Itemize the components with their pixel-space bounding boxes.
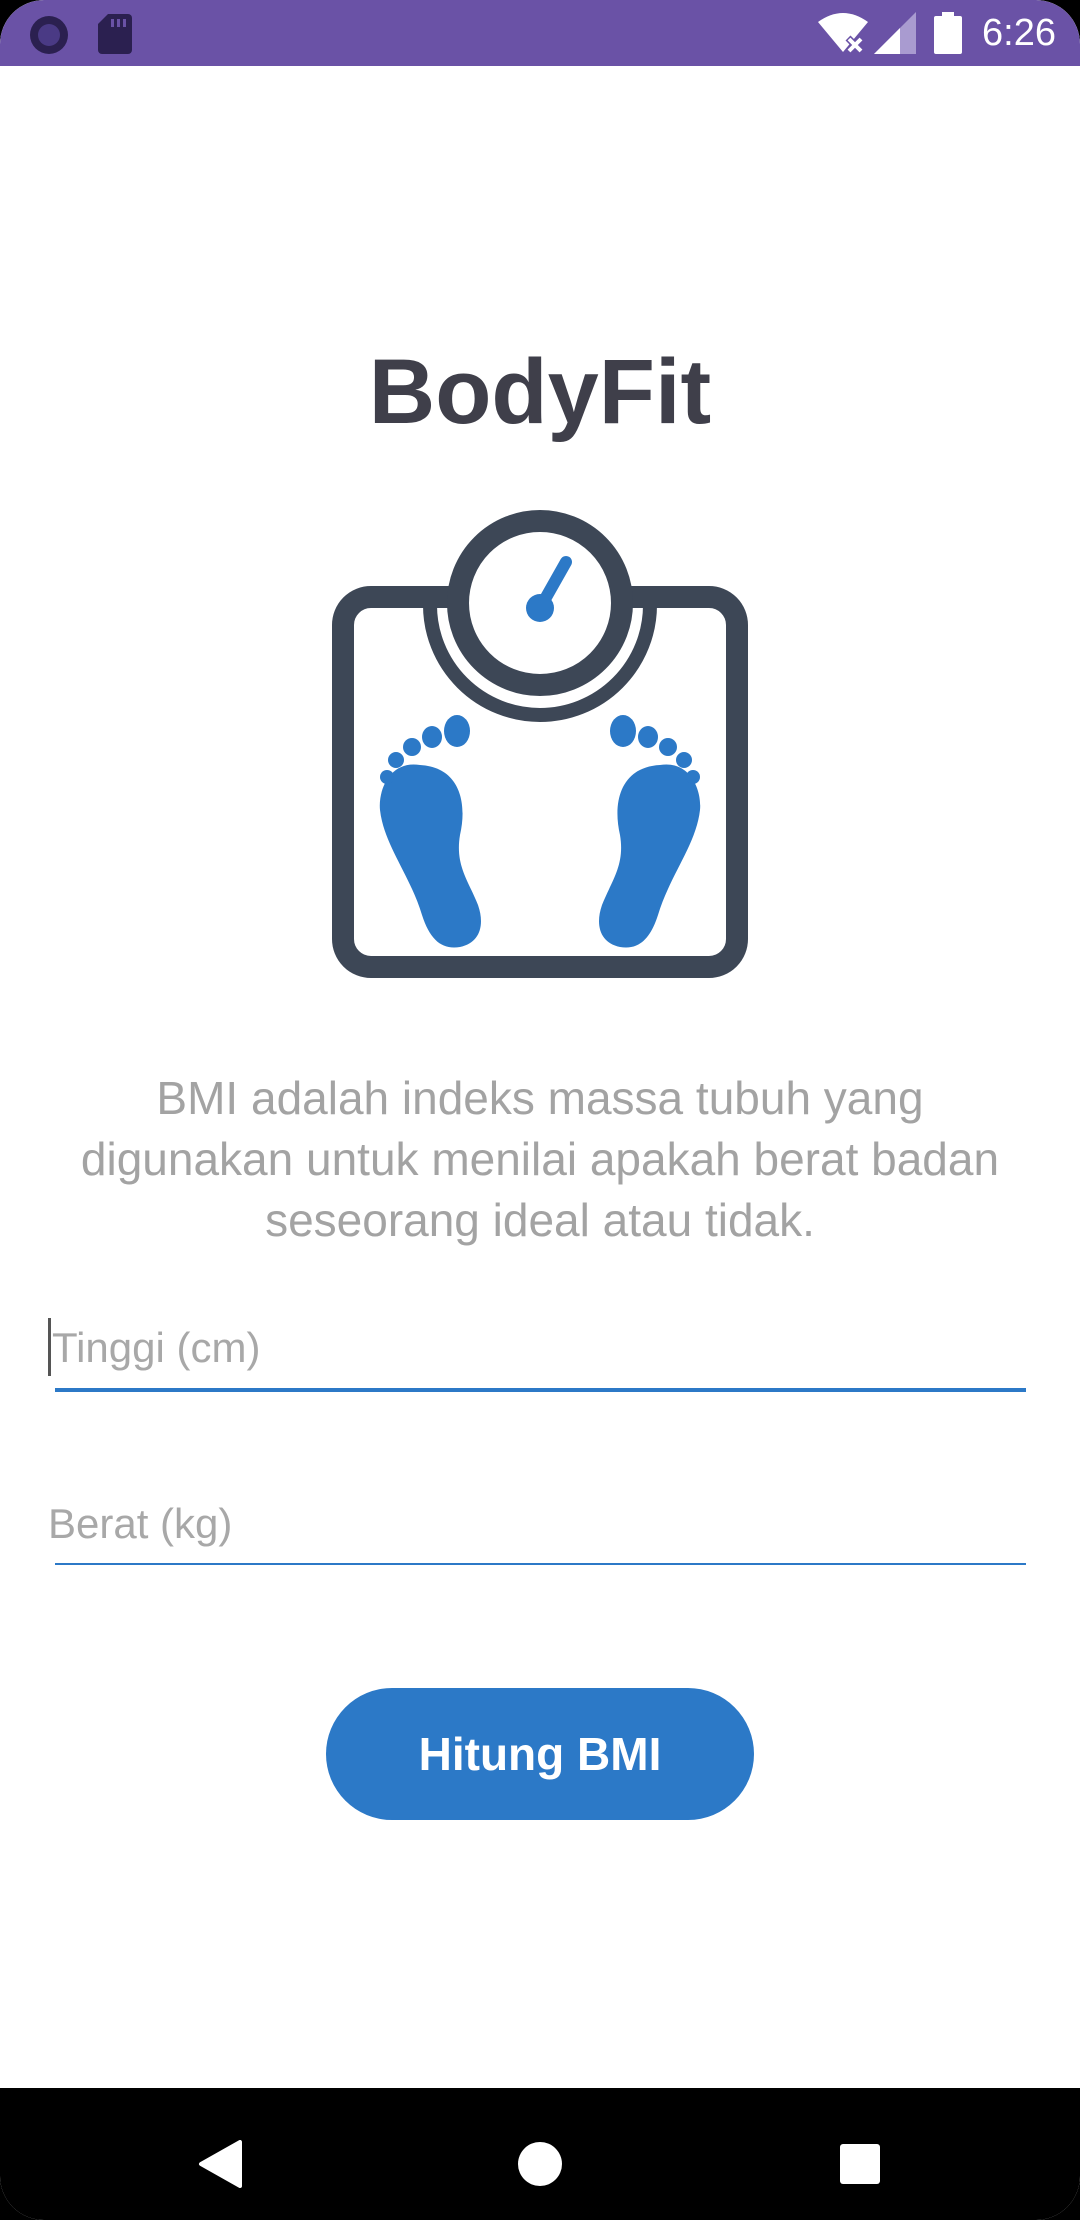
home-circle-icon <box>517 2141 563 2192</box>
recents-square-icon <box>839 2143 881 2190</box>
weight-field-underline <box>55 1563 1026 1565</box>
status-bar: 6:26 <box>0 0 1080 66</box>
sd-card-icon <box>98 14 132 59</box>
wifi-off-icon <box>818 12 868 59</box>
navigation-bar <box>0 2088 1080 2220</box>
status-time: 6:26 <box>982 12 1056 54</box>
back-button[interactable] <box>178 2124 262 2208</box>
bathroom-scale-footprints-icon <box>330 505 750 980</box>
bmi-description: BMI adalah indeks massa tubuh yang digun… <box>80 1072 1000 1246</box>
recents-button[interactable] <box>818 2124 902 2208</box>
weight-input[interactable] <box>48 1494 1026 1554</box>
app-screen: 6:26 BodyFit BMI adalah indeks massa tub… <box>0 0 1080 2220</box>
hitung-bmi-button[interactable]: Hitung BMI <box>326 1688 754 1820</box>
circle-app-icon <box>28 14 70 61</box>
back-triangle-icon <box>198 2139 242 2193</box>
text-cursor <box>48 1318 51 1376</box>
height-field[interactable] <box>48 1318 1030 1398</box>
height-input[interactable] <box>48 1318 1030 1378</box>
battery-icon <box>934 12 962 59</box>
app-title: BodyFit <box>368 341 712 443</box>
home-button[interactable] <box>498 2124 582 2208</box>
weight-field[interactable] <box>48 1494 1026 1574</box>
cell-signal-icon <box>874 12 916 59</box>
height-field-underline <box>55 1388 1026 1392</box>
